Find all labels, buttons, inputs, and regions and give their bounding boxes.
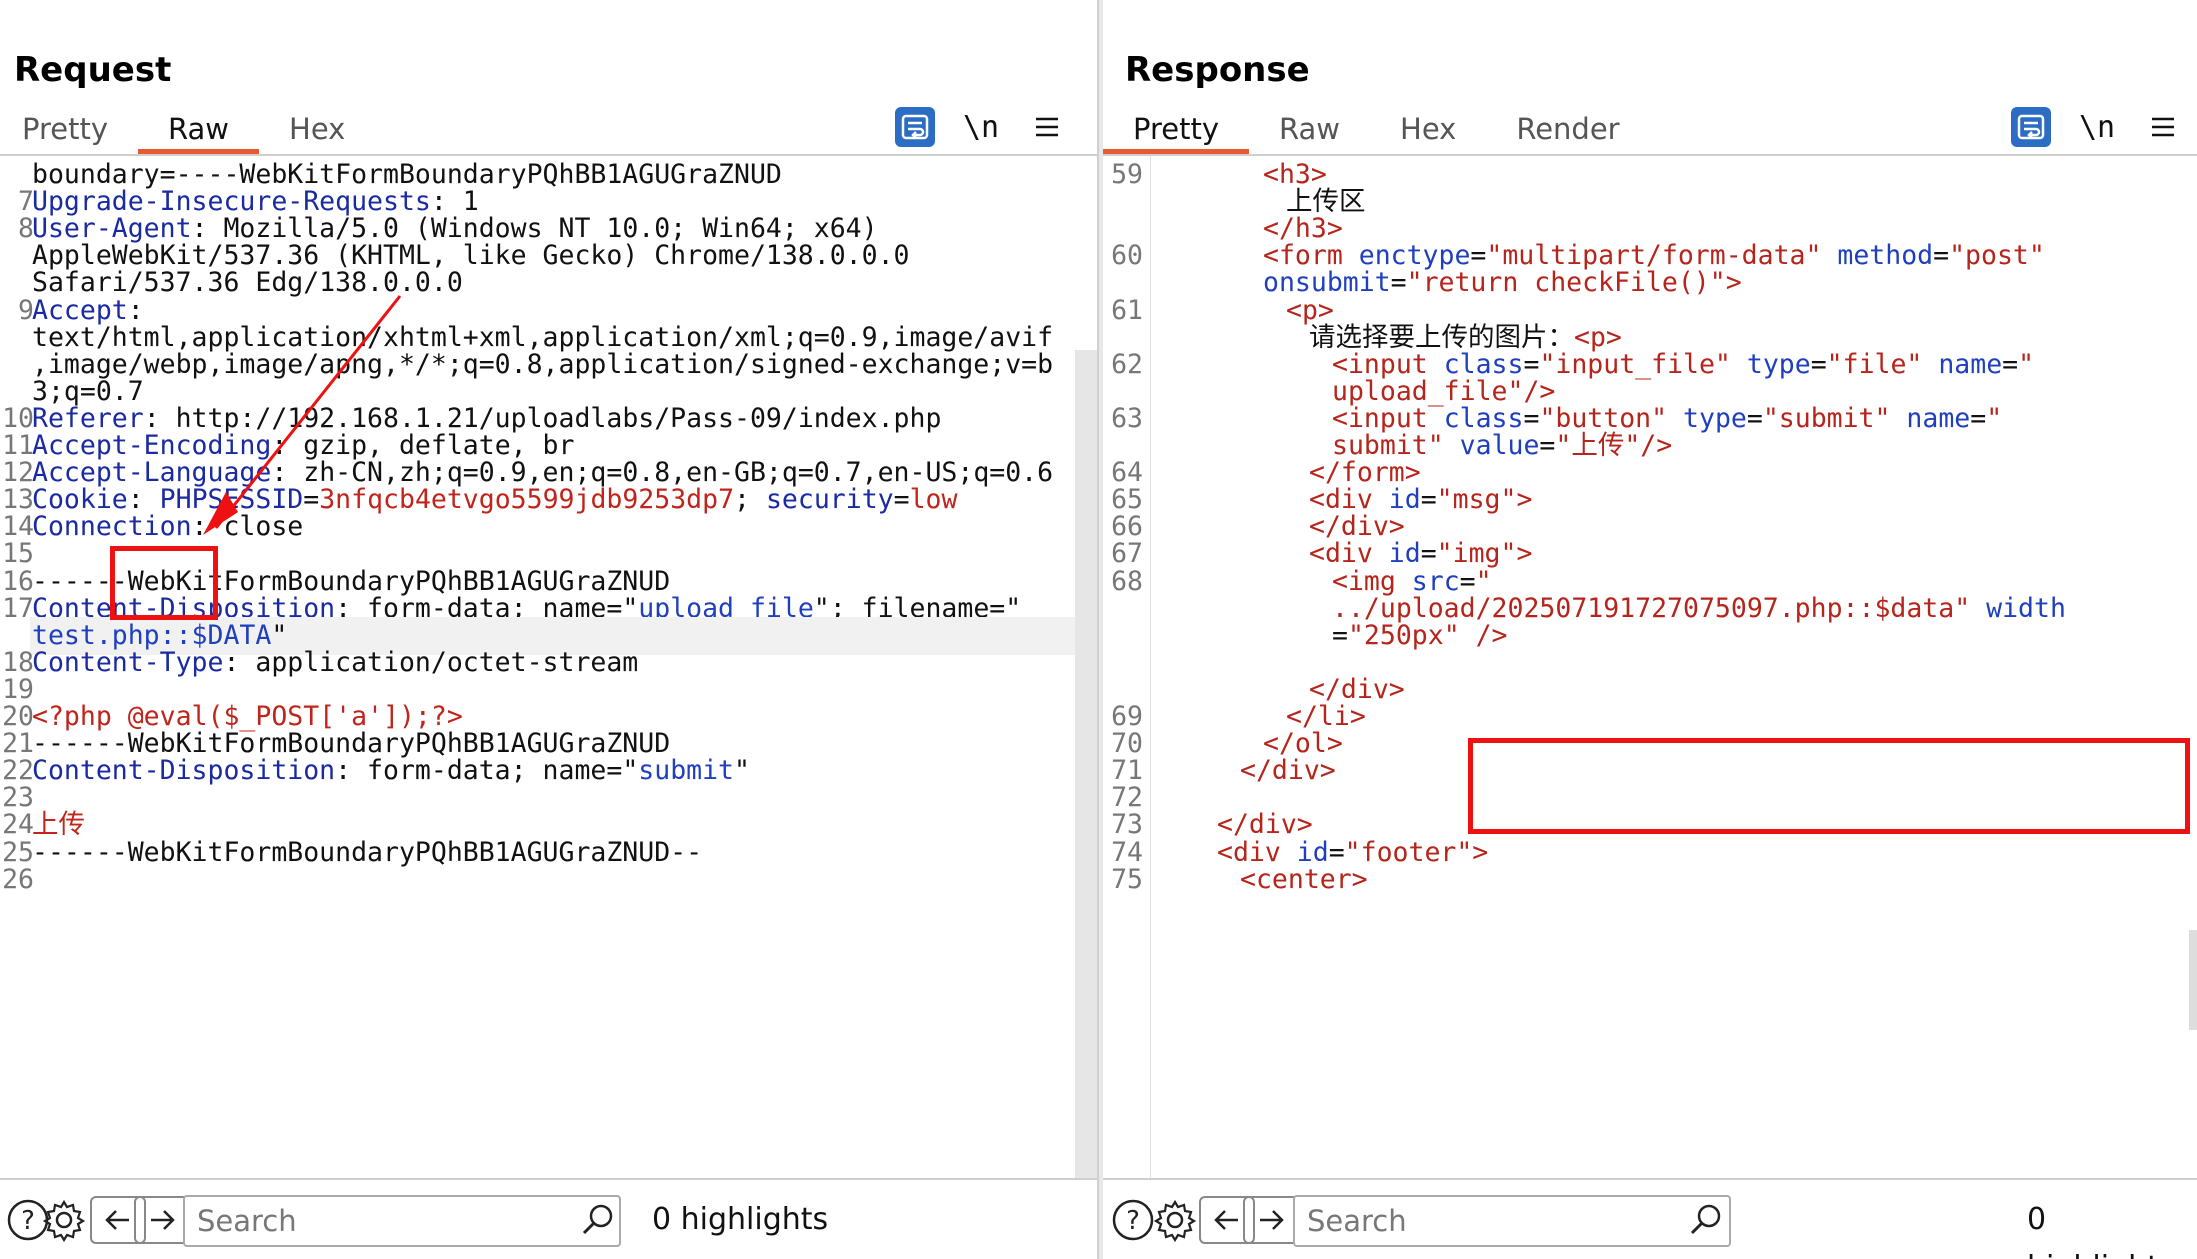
response-scrollbar[interactable] [2189,930,2197,1030]
search-icon[interactable] [1688,1202,1726,1240]
request-title: Request [14,50,172,90]
highlights-count: 0 highlights [652,1202,829,1237]
tab-pretty[interactable]: Pretty [0,104,138,154]
response-pane: Response Pretty Raw Hex Render \n 59 <h3>… [1103,0,2197,1259]
code-token: name [1938,348,2003,380]
code-token: "input_file" [1539,348,1747,380]
code-token: security [765,484,894,516]
code-token: = [893,484,910,516]
hamburger-menu-icon[interactable] [1027,107,1067,147]
code-token: : form-data; name=" [335,755,639,787]
arrow-right-icon[interactable] [1243,1196,1299,1244]
code-token: ; [734,484,766,516]
code-token: value [1459,430,1540,461]
annotation-box-upload-path [1468,738,2190,834]
code-token: method [1837,240,1934,272]
code-token: = [1539,430,1556,461]
tab-pretty[interactable]: Pretty [1103,104,1250,154]
code-token: = [1420,484,1437,516]
code-token: "submit" [1762,402,1907,434]
response-search-bar: ? 0 highlights [1103,1178,2197,1259]
tab-raw[interactable]: Raw [138,104,260,154]
search-input[interactable] [183,1195,621,1247]
code-token: ,image/webp,image/apng,*/*;q=0.8,applica… [32,348,1054,380]
code-token: "return checkFile()"> [1406,267,1742,299]
code-token: = [1746,402,1763,434]
code-token: = [2002,348,2019,380]
code-line: <center> [1240,861,1368,899]
tab-render[interactable]: Render [1486,104,1649,154]
line-number: 26 [2,863,34,895]
code-token: "250px" /> [1347,619,1508,651]
gear-icon[interactable] [1151,1196,1199,1244]
code-line: ,image/webp,image/apng,*/*;q=0.8,applica… [32,346,1053,384]
gear-icon[interactable] [40,1196,88,1244]
code-token: : application/octet-stream [223,646,639,678]
newline-toggle[interactable]: \n [961,110,1001,145]
code-token: : close [191,511,304,543]
code-token: = [1933,240,1950,272]
code-token: "msg"> [1436,484,1533,516]
code-line: Connection: close [32,508,303,546]
code-token: " [2018,348,2035,380]
code-line: Content-Disposition: form-data; name="su… [32,752,750,790]
code-token: <center> [1240,863,1368,895]
code-token: ------WebKitFormBoundaryPQhBB1AGUGraZNUD… [32,836,703,868]
code-line: Content-Type: application/octet-stream [32,644,638,682]
tab-raw[interactable]: Raw [1249,104,1370,154]
code-line: ="250px" /> [1332,617,1508,655]
code-token: "post" [1949,240,2045,272]
svg-text:?: ? [21,1206,35,1236]
request-tabs: Pretty Raw Hex [0,104,375,154]
request-scrollbar[interactable] [1075,350,1097,1180]
request-pane: Request Pretty Raw Hex \n boundary=----W… [0,0,1097,1259]
line-number: 75 [1111,863,1143,895]
newline-toggle[interactable]: \n [2077,110,2117,145]
tab-hex[interactable]: Hex [259,104,375,154]
code-token: low [909,484,958,516]
search-input[interactable] [1293,1195,1731,1247]
response-editor[interactable]: 59 <h3> 上传区 </h3> 60 <form enctype="multipart… [1103,156,2197,1180]
code-token: type [1683,402,1747,434]
code-line: ------WebKitFormBoundaryPQhBB1AGUGraZNUD… [32,834,702,872]
code-token: Content-Disposition [32,755,336,787]
code-token: Connection [32,511,192,543]
code-token: = [1970,402,1987,434]
code-line: onsubmit="return checkFile()"> [1263,264,1742,302]
code-token: "上传"/> [1555,430,1673,461]
code-token: = [1332,619,1348,651]
svg-text:?: ? [1126,1206,1140,1236]
response-title: Response [1125,50,1310,90]
code-token: type [1746,348,1811,380]
code-token: = [303,484,320,516]
help-icon[interactable]: ? [1109,1196,1157,1244]
response-tabs: Pretty Raw Hex Render [1103,104,1650,154]
tab-hex[interactable]: Hex [1370,104,1486,154]
code-token: width [1986,592,2066,624]
code-token: name [1906,402,1971,434]
wrap-lines-icon[interactable] [895,107,935,147]
code-token: </div> [1240,755,1336,787]
code-token: = [1390,267,1407,299]
code-token: "file" [1826,348,1939,380]
response-toolbar: \n [2011,104,2183,150]
request-search-bar: ? 0 highlights [0,1178,1097,1259]
code-token: = [1810,348,1827,380]
annotation-box-filename [110,546,218,620]
code-token: submit [638,755,735,787]
code-token: Content-Type [32,646,224,678]
hamburger-menu-icon[interactable] [2143,107,2183,147]
request-toolbar: \n [895,104,1067,150]
highlights-count: 0 highlights [2027,1202,2175,1259]
code-line: </div> [1240,752,1336,790]
code-token: " [1986,402,2003,434]
search-icon[interactable] [580,1202,618,1240]
code-token: 3nfqcb4etvgo5599jdb9253dp7 [319,484,735,516]
wrap-lines-icon[interactable] [2011,107,2051,147]
request-editor[interactable]: boundary=----WebKitFormBoundaryPQhBB1AGU… [0,156,1075,1180]
arrow-right-icon[interactable] [134,1196,190,1244]
code-token: " [734,755,750,787]
